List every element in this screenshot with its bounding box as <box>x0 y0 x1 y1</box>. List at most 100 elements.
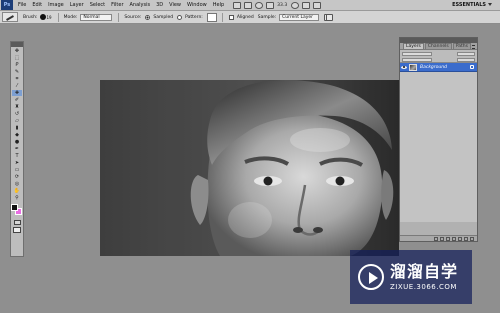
photo-boy-portrait <box>100 80 399 256</box>
menu-help[interactable]: Help <box>210 0 227 11</box>
new-group-icon[interactable] <box>458 236 462 241</box>
sample-select[interactable]: Current Layer <box>279 13 320 21</box>
brush-tool-icon[interactable]: ✐ <box>12 97 22 103</box>
layer-thumbnail <box>409 63 417 71</box>
layers-panel-footer <box>400 235 477 241</box>
blend-opacity-row <box>402 51 475 56</box>
clone-stamp-tool-icon[interactable]: ♜ <box>12 104 22 110</box>
tools-panel: ✥ ⬚ ᑭ ✎ ⌗ ⁄ ✚ ✐ ♜ ↺ ▱ ▮ ◆ ● ✒ T ➤ ▭ ⟳ ◎ ✋ ⚲ <box>10 41 24 257</box>
layer-style-icon[interactable] <box>440 236 444 241</box>
healing-brush-tool-icon[interactable]: ✚ <box>12 90 22 96</box>
watermark-title: 溜溜自学 <box>390 262 459 281</box>
tools-panel-header[interactable] <box>11 42 23 47</box>
aligned-checkbox[interactable] <box>228 14 234 20</box>
new-layer-icon[interactable] <box>464 236 468 241</box>
watermark-text: 溜溜自学 ZIXUE.3066.COM <box>390 262 459 292</box>
source-sampled-radio[interactable] <box>145 14 151 20</box>
quick-mask-icon[interactable] <box>13 220 21 225</box>
brush-size[interactable]: 19 <box>47 15 52 20</box>
foreground-color-swatch[interactable] <box>11 204 18 211</box>
source-pattern-radio[interactable] <box>177 14 183 20</box>
menu-layer[interactable]: Layer <box>67 0 87 11</box>
lock-icon <box>470 65 474 69</box>
zoom-tool-icon[interactable] <box>265 1 274 9</box>
lasso-tool-icon[interactable]: ᑭ <box>12 62 22 68</box>
pattern-picker[interactable] <box>206 12 217 22</box>
sampled-label: Sampled <box>153 14 174 20</box>
eyedropper-tool-icon[interactable]: ⁄ <box>12 83 22 89</box>
mode-select[interactable]: Normal <box>80 13 113 21</box>
tablet-pressure-icon[interactable] <box>326 14 333 21</box>
tab-layers[interactable]: Layers <box>403 43 424 49</box>
screen-mode-icon[interactable] <box>13 227 21 233</box>
hand-tool-icon[interactable]: ✋ <box>12 188 22 194</box>
play-logo-icon <box>358 264 384 290</box>
menu-view[interactable]: View <box>166 0 184 11</box>
workspace-switcher[interactable]: ESSENTIALS <box>452 2 486 8</box>
adjustment-layer-icon[interactable] <box>452 236 456 241</box>
zoom-tool-icon[interactable]: ⚲ <box>12 195 22 201</box>
panel-menu-icon[interactable] <box>471 45 475 49</box>
link-layers-icon[interactable] <box>434 236 438 241</box>
shape-tool-icon[interactable]: ▭ <box>12 167 22 173</box>
chevron-down-icon[interactable] <box>488 3 492 6</box>
crop-tool-icon[interactable]: ⌗ <box>12 76 22 82</box>
lock-options[interactable] <box>402 57 432 62</box>
eye-icon[interactable] <box>401 65 407 70</box>
menu-file[interactable]: File <box>15 0 29 11</box>
menu-3d[interactable]: 3D <box>153 0 166 11</box>
tool-list: ✥ ⬚ ᑭ ✎ ⌗ ⁄ ✚ ✐ ♜ ↺ ▱ ▮ ◆ ● ✒ T ➤ ▭ ⟳ ◎ ✋ ⚲ <box>11 48 23 201</box>
color-swatches <box>11 204 23 218</box>
watermark-url: ZIXUE.3066.COM <box>390 283 457 291</box>
hand-tool-icon[interactable] <box>254 1 263 9</box>
menu-image[interactable]: Image <box>45 0 67 11</box>
rotate-view-icon[interactable] <box>290 1 299 9</box>
launch-bridge-icon[interactable] <box>232 1 241 9</box>
layer-mask-icon[interactable] <box>446 236 450 241</box>
launch-mini-bridge-icon[interactable] <box>243 1 252 9</box>
dodge-tool-icon[interactable]: ● <box>12 139 22 145</box>
fill-field[interactable] <box>457 57 475 62</box>
document-canvas[interactable] <box>100 80 399 256</box>
layer-controls <box>400 50 477 63</box>
type-tool-icon[interactable]: T <box>12 153 22 159</box>
menu-analysis[interactable]: Analysis <box>127 0 154 11</box>
3d-orbit-tool-icon[interactable]: ◎ <box>12 181 22 187</box>
layer-list: Background <box>400 63 477 222</box>
menu-filter[interactable]: Filter <box>108 0 126 11</box>
pen-tool-icon[interactable]: ✒ <box>12 146 22 152</box>
menu-select[interactable]: Select <box>87 0 108 11</box>
eraser-tool-icon[interactable]: ▱ <box>12 118 22 124</box>
zoom-level[interactable]: 33.3 <box>277 3 287 8</box>
blur-tool-icon[interactable]: ◆ <box>12 132 22 138</box>
menu-window[interactable]: Window <box>184 0 210 11</box>
layer-row-background[interactable]: Background <box>400 63 477 72</box>
marquee-tool-icon[interactable]: ⬚ <box>12 55 22 61</box>
layers-panel: Layers Channels Paths Background <box>399 37 478 242</box>
gradient-tool-icon[interactable]: ▮ <box>12 125 22 131</box>
blend-mode-select[interactable] <box>402 51 432 56</box>
options-bar: Brush: 19 Mode: Normal Source: Sampled P… <box>0 11 500 24</box>
opacity-field[interactable] <box>457 51 475 56</box>
tool-preset-picker[interactable] <box>2 12 18 22</box>
watermark: 溜溜自学 ZIXUE.3066.COM <box>350 250 472 304</box>
trash-icon[interactable] <box>470 236 474 241</box>
brush-preview-icon[interactable] <box>39 14 46 20</box>
menu-edit[interactable]: Edit <box>29 0 45 11</box>
photoshop-logo: Ps <box>1 0 13 10</box>
layer-name: Background <box>420 64 447 70</box>
source-label: Source: <box>124 14 142 20</box>
path-select-tool-icon[interactable]: ➤ <box>12 160 22 166</box>
arrange-documents-icon[interactable] <box>301 1 310 9</box>
history-brush-tool-icon[interactable]: ↺ <box>12 111 22 117</box>
screen-mode-icon[interactable] <box>312 1 321 9</box>
application-bar-icons: 33.3 <box>231 1 322 9</box>
layers-panel-tabs: Layers Channels Paths <box>400 43 477 50</box>
sample-label: Sample: <box>257 14 277 20</box>
tab-paths[interactable]: Paths <box>452 43 471 49</box>
quick-select-tool-icon[interactable]: ✎ <box>12 69 22 75</box>
3d-rotate-tool-icon[interactable]: ⟳ <box>12 174 22 180</box>
tab-channels[interactable]: Channels <box>424 43 452 49</box>
separator <box>221 12 223 22</box>
move-tool-icon[interactable]: ✥ <box>12 48 22 54</box>
